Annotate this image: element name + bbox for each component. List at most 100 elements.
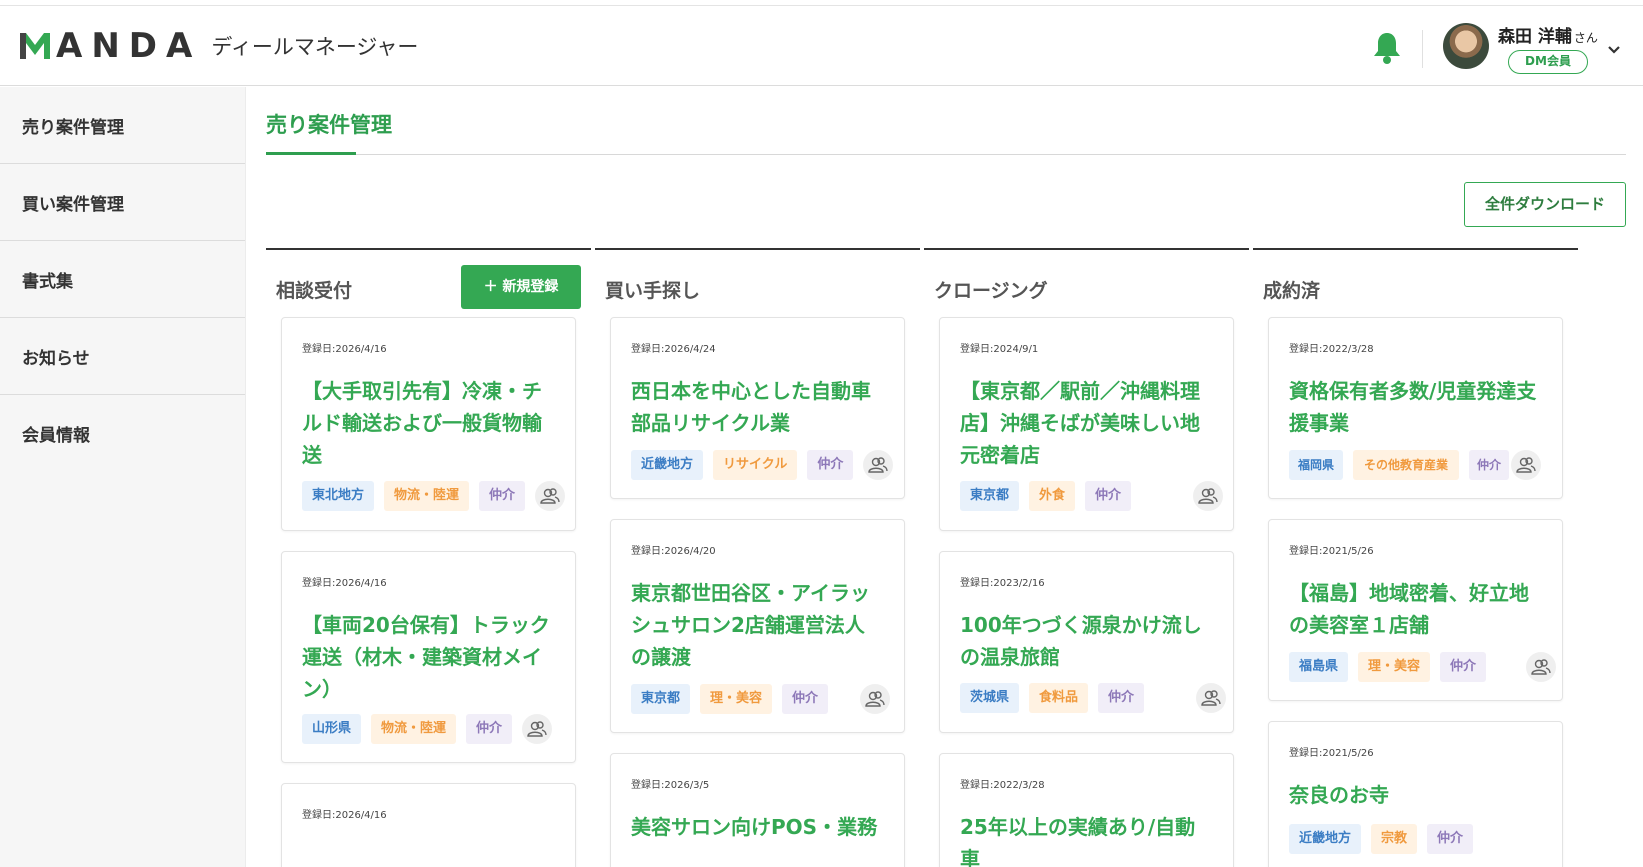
tag-industry: リサイクル <box>713 450 798 480</box>
card-tags: 近畿地方 リサイクル 仲介 <box>631 450 894 480</box>
card-tags: 近畿地方 宗教 仲介 <box>1289 824 1483 854</box>
people-icon[interactable] <box>1526 652 1557 682</box>
card-title[interactable]: 【福島】地域密着、好立地の美容室１店舗 <box>1289 577 1542 641</box>
deal-card[interactable]: 登録日:2022/3/28 資格保有者多数/児童発達支援事業 福岡県 その他教育… <box>1268 317 1563 499</box>
kanban-column-completed: 成約済 登録日:2022/3/28 資格保有者多数/児童発達支援事業 福岡県 そ… <box>1253 248 1578 867</box>
card-date: 登録日:2021/5/26 <box>1289 546 1374 557</box>
new-registration-button[interactable]: ＋ 新規登録 <box>461 265 581 309</box>
deal-card[interactable]: 登録日:2026/4/24 西日本を中心とした自動車部品リサイクル業 近畿地方 … <box>610 317 905 499</box>
tag-type: 仲介 <box>1427 824 1474 854</box>
card-tags: 茨城県 食料品 仲介 <box>960 683 1227 713</box>
tag-type: 仲介 <box>466 714 513 744</box>
tag-industry: 物流・陸運 <box>371 714 457 744</box>
card-title[interactable]: 【大手取引先有】冷凍・チルド輸送および一般貨物輸送 <box>302 375 555 471</box>
deal-card[interactable]: 登録日:2021/5/26 奈良のお寺 近畿地方 宗教 仲介 <box>1268 721 1563 867</box>
column-title: クロージング <box>934 280 1048 302</box>
user-name[interactable]: 森田 洋輔 さん <box>1498 22 1598 47</box>
tag-type: 仲介 <box>479 481 526 511</box>
people-icon[interactable] <box>1193 481 1224 511</box>
tag-region: 茨城県 <box>960 683 1020 713</box>
tag-industry: その他教育産業 <box>1353 450 1459 480</box>
logo-word: ANDA <box>56 26 202 66</box>
sidebar-item-templates[interactable]: 書式集 <box>0 241 245 318</box>
page-title[interactable]: 売り案件管理 <box>266 109 392 139</box>
manda-logo[interactable]: ANDA ディールマネージャー <box>20 26 418 66</box>
column-rule <box>924 248 1249 250</box>
sidebar-item-sell-deals[interactable]: 売り案件管理 <box>0 87 245 164</box>
deal-card[interactable]: 登録日:2026/4/20 東京都世田谷区・アイラッシュサロン2店舗運営法人の譲… <box>610 519 905 733</box>
deal-card[interactable]: 登録日:2021/5/26 【福島】地域密着、好立地の美容室１店舗 福島県 理・… <box>1268 519 1563 701</box>
header-divider <box>1422 30 1423 68</box>
card-title[interactable]: 奈良のお寺 <box>1289 779 1542 811</box>
sidebar-item-news[interactable]: お知らせ <box>0 318 245 395</box>
deal-card[interactable]: 登録日:2026/3/5 美容サロン向けPOS・業務 <box>610 753 905 867</box>
card-tags: 東京都 外食 仲介 <box>960 481 1224 511</box>
tag-industry: 理・美容 <box>700 684 773 714</box>
card-title[interactable]: 【東京都／駅前／沖縄料理店】沖縄そばが美味しい地元密着店 <box>960 375 1213 471</box>
card-title[interactable]: 25年以上の実績あり/自動車 <box>960 811 1213 867</box>
tag-type: 仲介 <box>1085 481 1132 511</box>
tag-region: 福岡県 <box>1289 450 1343 480</box>
card-date: 登録日:2026/4/20 <box>631 546 716 557</box>
sidebar-item-buy-deals[interactable]: 買い案件管理 <box>0 164 245 241</box>
tag-type: 仲介 <box>1098 683 1145 713</box>
kanban-column-buyer-search: 買い手探し 登録日:2026/4/24 西日本を中心とした自動車部品リサイクル業… <box>595 248 920 867</box>
people-icon[interactable] <box>1511 450 1541 480</box>
tag-industry: 食料品 <box>1029 683 1089 713</box>
app-header: ANDA ディールマネージャー 森田 洋輔 さん DM会員 <box>0 6 1643 86</box>
deal-card[interactable]: 登録日:2026/4/16 <box>281 783 576 867</box>
avatar[interactable] <box>1443 23 1489 69</box>
deal-card[interactable]: 登録日:2026/4/16 【車両20台保有】トラック運送（材木・建築資材メイン… <box>281 551 576 763</box>
card-date: 登録日:2026/3/5 <box>631 780 710 791</box>
tag-region: 福島県 <box>1289 652 1349 682</box>
sidebar-item-member-info[interactable]: 会員情報 <box>0 395 245 472</box>
card-title[interactable]: 資格保有者多数/児童発達支援事業 <box>1289 375 1542 439</box>
column-title: 成約済 <box>1263 280 1321 302</box>
tag-type: 仲介 <box>782 684 829 714</box>
tag-industry: 物流・陸運 <box>384 481 470 511</box>
people-icon[interactable] <box>1196 683 1227 713</box>
card-tags: 東北地方 物流・陸運 仲介 <box>302 481 566 511</box>
card-date: 登録日:2023/2/16 <box>960 578 1045 589</box>
people-icon[interactable] <box>522 714 553 744</box>
card-tags: 福島県 理・美容 仲介 <box>1289 652 1557 682</box>
people-icon[interactable] <box>863 450 894 480</box>
deal-card[interactable]: 登録日:2023/2/16 100年つづく源泉かけ流しの温泉旅館 茨城県 食料品… <box>939 551 1234 733</box>
card-date: 登録日:2022/3/28 <box>960 780 1045 791</box>
card-title[interactable]: 西日本を中心とした自動車部品リサイクル業 <box>631 375 884 439</box>
tag-type: 仲介 <box>1440 652 1487 682</box>
kanban-column-closing: クロージング 登録日:2024/9/1 【東京都／駅前／沖縄料理店】沖縄そばが美… <box>924 248 1249 867</box>
notification-bell-icon[interactable] <box>1372 31 1402 65</box>
deal-card[interactable]: 登録日:2022/3/28 25年以上の実績あり/自動車 <box>939 753 1234 867</box>
people-icon[interactable] <box>535 481 566 511</box>
tag-region: 山形県 <box>302 714 362 744</box>
card-tags: 東京都 理・美容 仲介 <box>631 684 891 714</box>
card-title[interactable]: 【車両20台保有】トラック運送（材木・建築資材メイン） <box>302 609 555 705</box>
card-date: 登録日:2026/4/16 <box>302 810 387 821</box>
card-date: 登録日:2026/4/16 <box>302 578 387 589</box>
chevron-down-icon[interactable] <box>1607 42 1621 56</box>
tag-region: 近畿地方 <box>1289 824 1362 854</box>
tag-industry: 宗教 <box>1371 824 1418 854</box>
card-date: 登録日:2022/3/28 <box>1289 344 1374 355</box>
column-rule <box>1253 248 1578 250</box>
card-date: 登録日:2026/4/16 <box>302 344 387 355</box>
card-date: 登録日:2021/5/26 <box>1289 748 1374 759</box>
card-tags: 福岡県 その他教育産業 仲介 <box>1289 450 1541 480</box>
tab-underline <box>266 154 1626 155</box>
people-icon[interactable] <box>860 684 891 714</box>
sidebar: 売り案件管理 買い案件管理 書式集 お知らせ 会員情報 <box>0 87 246 867</box>
deal-card[interactable]: 登録日:2026/4/16 【大手取引先有】冷凍・チルド輸送および一般貨物輸送 … <box>281 317 576 531</box>
download-all-button[interactable]: 全件ダウンロード <box>1464 182 1626 227</box>
card-title[interactable]: 100年つづく源泉かけ流しの温泉旅館 <box>960 609 1213 673</box>
tag-region: 東京都 <box>960 481 1020 511</box>
user-honorific: さん <box>1573 31 1598 45</box>
card-title[interactable]: 美容サロン向けPOS・業務 <box>631 811 884 843</box>
column-rule <box>266 248 591 250</box>
kanban-column-consultation: 相談受付 ＋ 新規登録 登録日:2026/4/16 【大手取引先有】冷凍・チルド… <box>266 248 591 867</box>
deal-card[interactable]: 登録日:2024/9/1 【東京都／駅前／沖縄料理店】沖縄そばが美味しい地元密着… <box>939 317 1234 531</box>
card-title[interactable]: 東京都世田谷区・アイラッシュサロン2店舗運営法人の譲渡 <box>631 577 884 673</box>
user-name-text: 森田 洋輔 <box>1498 27 1572 47</box>
tag-region: 東京都 <box>631 684 691 714</box>
tag-region: 東北地方 <box>302 481 375 511</box>
